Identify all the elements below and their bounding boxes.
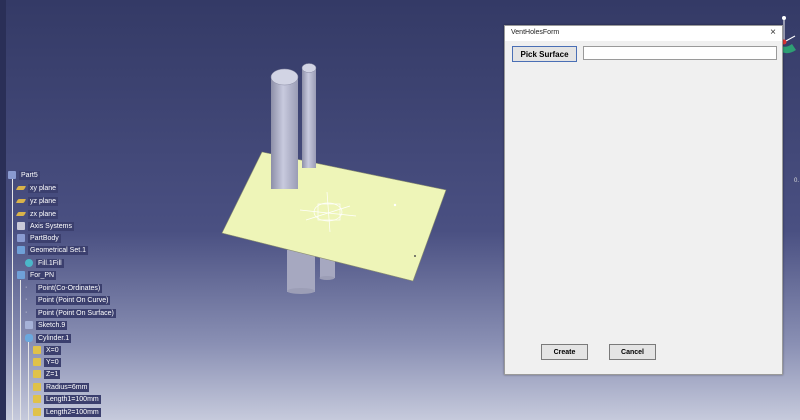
surface-field[interactable] xyxy=(583,46,777,60)
tree-item-param-z[interactable]: Z=1 xyxy=(33,369,61,379)
cylinder-1-upper[interactable] xyxy=(271,77,298,189)
tree-item-partbody[interactable]: PartBody xyxy=(17,233,61,243)
plane-icon xyxy=(15,212,27,216)
dialog-title: VentHolesForm xyxy=(511,29,560,36)
cylinder-1-bottom xyxy=(287,288,315,294)
parameter-icon xyxy=(33,408,41,416)
cancel-button[interactable]: Cancel xyxy=(609,344,656,360)
tree-connector xyxy=(28,342,29,420)
tree-item-yz-plane[interactable]: yz plane xyxy=(15,196,59,206)
tree-item-param-length2[interactable]: Length2=100mm xyxy=(33,407,101,417)
point-icon: · xyxy=(25,309,28,316)
tree-item-label: Z=1 xyxy=(44,369,61,379)
tree-item-param-x[interactable]: X=0 xyxy=(33,345,61,355)
corner-readout: 0. xyxy=(793,178,799,184)
cylinder-2-bottom xyxy=(319,276,335,280)
tree-connector xyxy=(20,280,21,420)
sketch-icon xyxy=(25,321,33,329)
tree-item-label: Y=0 xyxy=(44,357,61,367)
point-icon: · xyxy=(25,296,28,303)
tree-item-label: PartBody xyxy=(28,233,61,243)
close-icon[interactable]: × xyxy=(770,27,776,38)
pick-surface-button[interactable]: Pick Surface xyxy=(512,46,577,62)
parameter-icon xyxy=(33,395,41,403)
tree-item-axis-systems[interactable]: Axis Systems xyxy=(17,221,75,231)
plane-icon xyxy=(15,186,27,190)
parameter-icon xyxy=(33,370,41,378)
tree-item-sketch[interactable]: Sketch.9 xyxy=(25,320,68,330)
tree-item-label: X=0 xyxy=(44,345,61,355)
part-icon xyxy=(8,171,16,179)
cylinder-2-upper[interactable] xyxy=(302,68,316,168)
tree-item-zx-plane[interactable]: zx plane xyxy=(15,209,59,219)
tree-item-label: For_PN xyxy=(28,270,57,280)
tree-item-label: yz plane xyxy=(28,196,59,206)
tree-item-label: Geometrical Set.1 xyxy=(28,245,89,255)
geoset-icon xyxy=(17,246,25,254)
cylinder-2-top xyxy=(301,63,317,73)
tree-item-label: Length1=100mm xyxy=(44,394,101,404)
tree-item-param-radius[interactable]: Radius=6mm xyxy=(33,382,90,392)
tree-connector xyxy=(12,178,13,420)
body-icon xyxy=(17,234,25,242)
point-marker xyxy=(414,255,416,257)
parameter-icon xyxy=(33,358,41,366)
point-icon: · xyxy=(25,284,28,291)
tree-item-fill[interactable]: Fill.1Fill xyxy=(25,258,64,268)
vent-holes-dialog: VentHolesForm × Pick Surface Create Canc… xyxy=(504,25,783,375)
cylinder-icon xyxy=(25,334,33,342)
tree-item-label: Fill.1Fill xyxy=(36,258,64,268)
tree-item-label: Point(Co-Ordinates) xyxy=(36,283,103,293)
tree-item-point-on-surface[interactable]: · Point (Point On Surface) xyxy=(25,308,116,318)
geoset-icon xyxy=(17,271,25,279)
tree-item-point-coordinates[interactable]: · Point(Co-Ordinates) xyxy=(25,283,103,293)
tree-item-for-pn[interactable]: For_PN xyxy=(17,270,57,280)
tree-item-point-on-curve[interactable]: · Point (Point On Curve) xyxy=(25,295,111,305)
create-button[interactable]: Create xyxy=(541,344,588,360)
axis-icon xyxy=(17,222,25,230)
parameter-icon xyxy=(33,346,41,354)
tree-item-part[interactable]: Part5 xyxy=(8,170,40,180)
fill-icon xyxy=(25,259,33,267)
tree-item-cylinder[interactable]: Cylinder.1 xyxy=(25,333,72,343)
tree-item-label: Cylinder.1 xyxy=(36,333,72,343)
parameter-icon xyxy=(33,383,41,391)
tree-item-xy-plane[interactable]: xy plane xyxy=(15,183,59,193)
tree-item-label: Radius=6mm xyxy=(44,382,90,392)
tree-item-param-y[interactable]: Y=0 xyxy=(33,357,61,367)
tree-item-label: xy plane xyxy=(28,183,59,193)
tree-item-param-length1[interactable]: Length1=100mm xyxy=(33,394,101,404)
tree-item-label: Point (Point On Curve) xyxy=(36,295,111,305)
tree-item-label: Sketch.9 xyxy=(36,320,68,330)
point-marker xyxy=(393,203,397,207)
plane-icon xyxy=(15,199,27,203)
tree-item-label: Part5 xyxy=(19,170,40,180)
dialog-titlebar[interactable]: VentHolesForm × xyxy=(505,26,782,41)
cylinder-1-lower[interactable] xyxy=(287,250,315,292)
tree-item-geometrical-set[interactable]: Geometrical Set.1 xyxy=(17,245,89,255)
specification-tree[interactable]: Part5 xy plane yz plane zx plane Axis Sy… xyxy=(0,0,130,420)
tree-item-label: Length2=100mm xyxy=(44,407,101,417)
tree-item-label: Point (Point On Surface) xyxy=(36,308,116,318)
tree-item-label: Axis Systems xyxy=(28,221,75,231)
cylinder-1-top xyxy=(270,68,299,86)
tree-item-label: zx plane xyxy=(28,209,59,219)
